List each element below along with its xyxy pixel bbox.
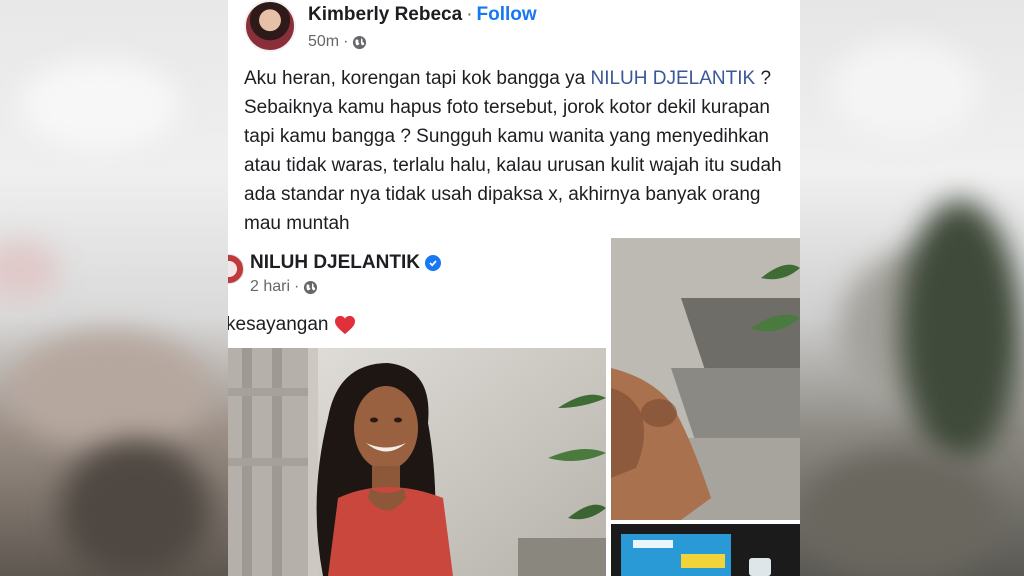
mention-link[interactable]: NILUH DJELANTIK <box>590 68 755 89</box>
embedded-globe-icon <box>304 280 318 294</box>
post-meta: 50m · <box>308 33 367 51</box>
knee-photo <box>611 238 800 520</box>
post-text-start: Aku heran, korengan tapi kok bangga ya <box>244 68 591 89</box>
embedded-time: 2 hari <box>250 278 291 295</box>
post-header: Kimberly Rebeca · Follow 50m · <box>244 0 784 56</box>
blurred-backdrop-right <box>800 0 1024 576</box>
facebook-post: Kimberly Rebeca · Follow 50m · Aku heran, … <box>228 0 800 576</box>
post-text-end: ? Sebaiknya kamu hapus foto tersebut, jo… <box>244 68 782 234</box>
globe-icon <box>353 35 367 49</box>
author-separator: · <box>466 4 473 25</box>
embedded-caption-text: kesayangan <box>228 314 329 335</box>
embedded-author-name: NILUH DJELANTIK <box>250 252 420 273</box>
embedded-post-screenshot[interactable]: NILUH DJELANTIK 2 hari · kesayangan <box>228 238 606 576</box>
follow-button[interactable]: Follow <box>477 4 537 25</box>
author-name[interactable]: Kimberly Rebeca <box>308 4 462 25</box>
post-time[interactable]: 50m <box>308 33 339 51</box>
post-text: Aku heran, korengan tapi kok bangga ya N… <box>244 64 784 238</box>
embedded-caption: kesayangan <box>228 314 356 336</box>
product-photo <box>611 524 800 576</box>
author-line: Kimberly Rebeca · Follow <box>308 4 537 26</box>
verified-badge-icon <box>424 255 441 271</box>
embedded-author: NILUH DJELANTIK <box>250 252 441 274</box>
blurred-backdrop-left <box>0 0 228 576</box>
author-avatar[interactable] <box>244 0 296 52</box>
embedded-avatar <box>228 254 244 284</box>
portrait-photo <box>228 348 606 576</box>
meta-dot: · <box>343 33 349 50</box>
heart-icon <box>335 315 356 335</box>
embedded-meta-dot: · <box>294 278 300 295</box>
embedded-meta: 2 hari · <box>250 278 318 296</box>
